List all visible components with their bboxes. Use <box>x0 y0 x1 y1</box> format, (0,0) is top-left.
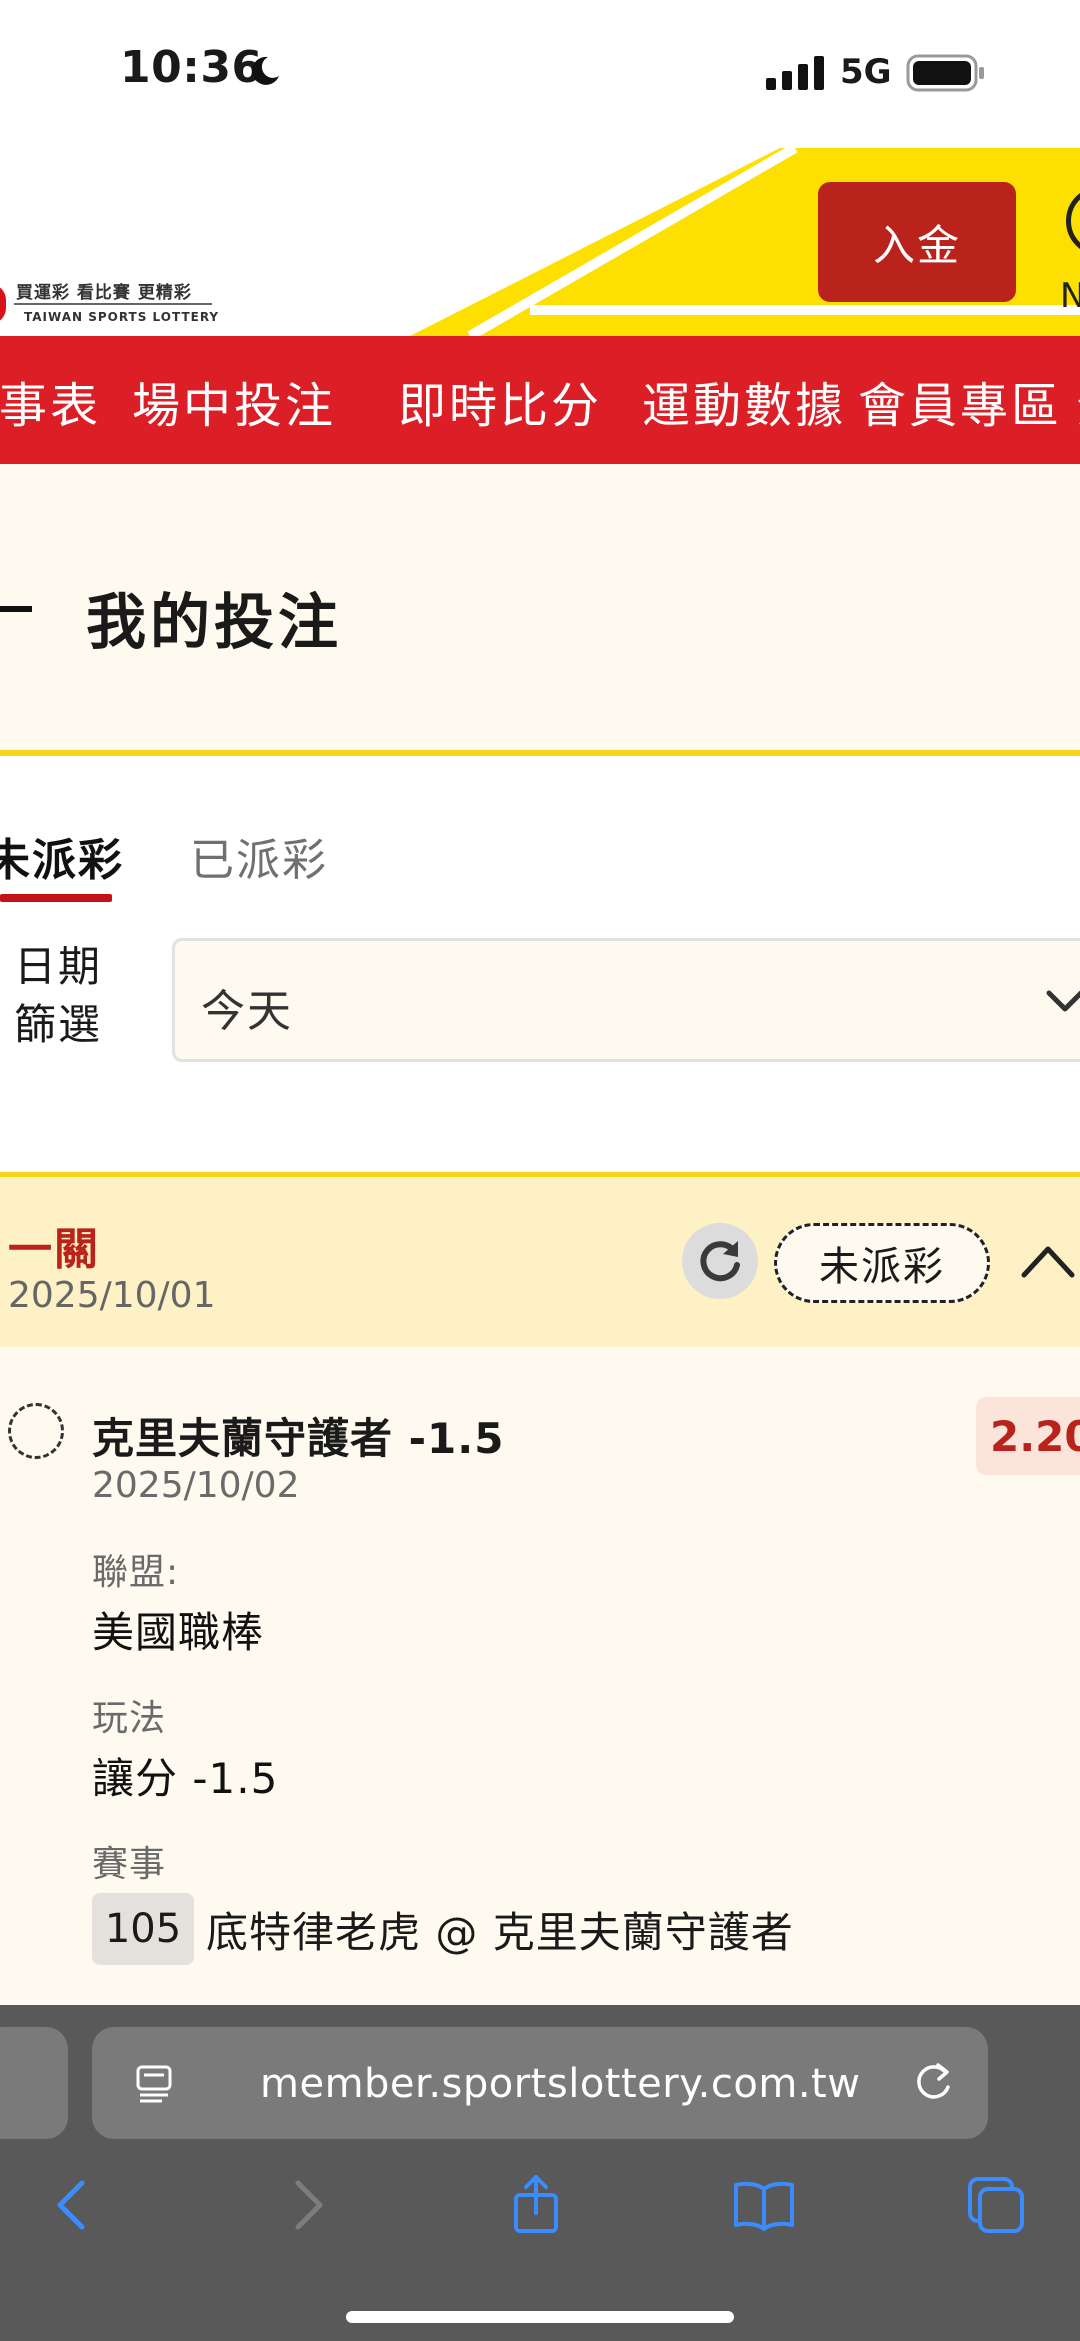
chevron-down-icon <box>1046 990 1080 1012</box>
date-filter: 日期篩選 今天 <box>0 906 1080 1176</box>
league-label: 聯盟: <box>92 1552 180 1593</box>
nav-item-live-betting[interactable]: 場中投注 <box>132 366 336 436</box>
play-value: 讓分 -1.5 <box>92 1754 279 1803</box>
status-badge: 未派彩 <box>774 1223 990 1303</box>
site-logo[interactable]: 買運彩 看比賽 更精彩 TAIWAN SPORTS LOTTERY <box>0 210 220 324</box>
title-dash <box>0 606 32 612</box>
share-icon[interactable] <box>504 2173 568 2237</box>
back-icon[interactable] <box>40 2173 104 2237</box>
bet-card-body: 克里夫蘭守護者 -1.5 2025/10/02 2.20 聯盟: 美國職棒 玩法… <box>0 1347 1080 2007</box>
active-tab-indicator <box>0 894 112 902</box>
game-name: 底特律老虎 @ 克里夫蘭守護者 <box>206 1908 794 1957</box>
nav-item-schedule[interactable]: 賽事表 <box>0 366 101 436</box>
bet-type: 一關 <box>8 1224 100 1275</box>
odds-badge: 2.20 <box>976 1397 1080 1475</box>
browser-toolbar: member.sportslottery.com.tw <box>0 2005 1080 2341</box>
tab-unsettled[interactable]: 未派彩 <box>0 824 124 888</box>
deposit-button[interactable]: 入金 <box>818 182 1016 302</box>
bookmarks-icon[interactable] <box>732 2173 796 2237</box>
home-indicator <box>346 2311 734 2323</box>
nav-item-live-scores[interactable]: 即時比分 <box>398 366 602 436</box>
bet-tabs: 未派彩 已派彩 <box>0 756 1080 906</box>
nav-item-more[interactable]: 分 <box>1076 366 1080 436</box>
play-label: 玩法 <box>92 1698 167 1739</box>
bet-card-header[interactable]: 一關 2025/10/01 未派彩 <box>0 1177 1080 1347</box>
page-title-area: 我的投注 <box>0 464 1080 756</box>
forward-icon[interactable] <box>276 2173 340 2237</box>
page-menu-icon[interactable] <box>132 2061 176 2105</box>
logo-name: TAIWAN SPORTS LOTTERY <box>24 310 220 324</box>
address-bar[interactable]: member.sportslottery.com.tw <box>92 2027 988 2139</box>
status-time: 10:36 <box>120 42 263 93</box>
league-value: 美國職棒 <box>92 1608 265 1657</box>
game-number: 105 <box>92 1893 194 1965</box>
chevron-up-icon[interactable] <box>1020 1241 1076 1281</box>
page-title: 我的投注 <box>86 588 342 658</box>
date-filter-select[interactable]: 今天 <box>172 938 1080 1062</box>
moon-icon <box>251 56 279 85</box>
refresh-icon <box>700 1241 740 1282</box>
signal-icon <box>766 56 824 90</box>
battery-icon <box>906 54 984 92</box>
nav-item-member-zone[interactable]: 會員專區 <box>858 366 1062 436</box>
date-filter-label: 日期篩選 <box>14 942 103 1049</box>
logo-slogan: 買運彩 看比賽 更精彩 <box>16 283 192 303</box>
main-nav: 賽事表 場中投注 即時比分 運動數據 會員專區 分 <box>0 336 1080 464</box>
date-filter-value: 今天 <box>201 986 293 1037</box>
refresh-button[interactable] <box>682 1223 758 1299</box>
previous-tab[interactable] <box>0 2027 68 2139</box>
game-label: 賽事 <box>92 1844 167 1885</box>
selection-name: 克里夫蘭守護者 -1.5 <box>92 1414 505 1463</box>
network-label: 5G <box>840 52 892 92</box>
reload-icon[interactable] <box>910 2059 956 2105</box>
site-header: 買運彩 看比賽 更精彩 TAIWAN SPORTS LOTTERY 入金 N <box>0 148 1080 336</box>
bet-date: 2025/10/01 <box>8 1275 216 1316</box>
url-text: member.sportslottery.com.tw <box>260 2061 861 2107</box>
selection-date: 2025/10/02 <box>92 1465 300 1506</box>
logo-rule <box>14 303 212 305</box>
tab-settled[interactable]: 已派彩 <box>190 824 328 888</box>
nav-item-sports-data[interactable]: 運動數據 <box>642 366 846 436</box>
selection-status-icon <box>8 1403 64 1459</box>
avatar-label: N <box>1060 276 1080 316</box>
status-bar: 10:36 5G <box>0 0 1080 148</box>
tabs-icon[interactable] <box>964 2173 1028 2237</box>
